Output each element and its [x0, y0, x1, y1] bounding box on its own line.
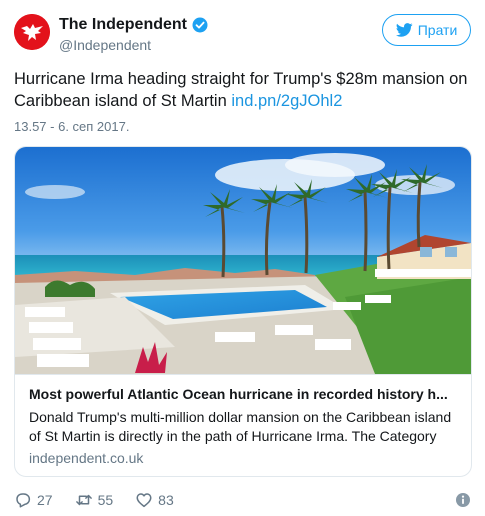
tweet-link[interactable]: ind.pn/2gJOhl2 — [231, 92, 342, 110]
follow-label: Прати — [417, 22, 458, 38]
like-button[interactable]: 83 — [135, 491, 174, 509]
link-card[interactable]: Most powerful Atlantic Ocean hurricane i… — [14, 146, 472, 477]
tweet-text: Hurricane Irma heading straight for Trum… — [14, 68, 474, 112]
card-description: Donald Trump's multi-million dollar mans… — [29, 409, 452, 444]
name-row: The Independent — [59, 15, 208, 35]
retweet-button[interactable]: 55 — [75, 491, 114, 509]
retweet-icon — [75, 494, 92, 506]
card-title: Most powerful Atlantic Ocean hurricane i… — [29, 386, 448, 402]
card-domain: independent.co.uk — [29, 450, 144, 466]
like-count: 83 — [158, 492, 174, 508]
follow-button[interactable]: Прати — [382, 14, 471, 46]
twitter-bird-icon — [395, 23, 413, 37]
reply-count: 27 — [37, 492, 53, 508]
card-image — [15, 147, 471, 374]
tweet-embed: The Independent @Independent Прати Hurri… — [0, 0, 485, 516]
avatar[interactable] — [14, 14, 50, 50]
reply-button[interactable]: 27 — [14, 491, 53, 509]
retweet-count: 55 — [97, 492, 114, 508]
info-icon[interactable] — [455, 492, 471, 508]
heart-icon — [136, 493, 152, 508]
verified-badge-icon — [192, 17, 208, 33]
tweet-actions: 27 55 83 — [14, 490, 196, 510]
eagle-logo-icon — [14, 14, 50, 50]
display-name[interactable]: The Independent — [59, 16, 187, 34]
card-body: Most powerful Atlantic Ocean hurricane i… — [15, 374, 471, 476]
reply-icon — [16, 493, 31, 508]
tweet-timestamp[interactable]: 13.57 - 6. сеп 2017. — [14, 119, 129, 134]
user-handle[interactable]: @Independent — [59, 37, 151, 53]
